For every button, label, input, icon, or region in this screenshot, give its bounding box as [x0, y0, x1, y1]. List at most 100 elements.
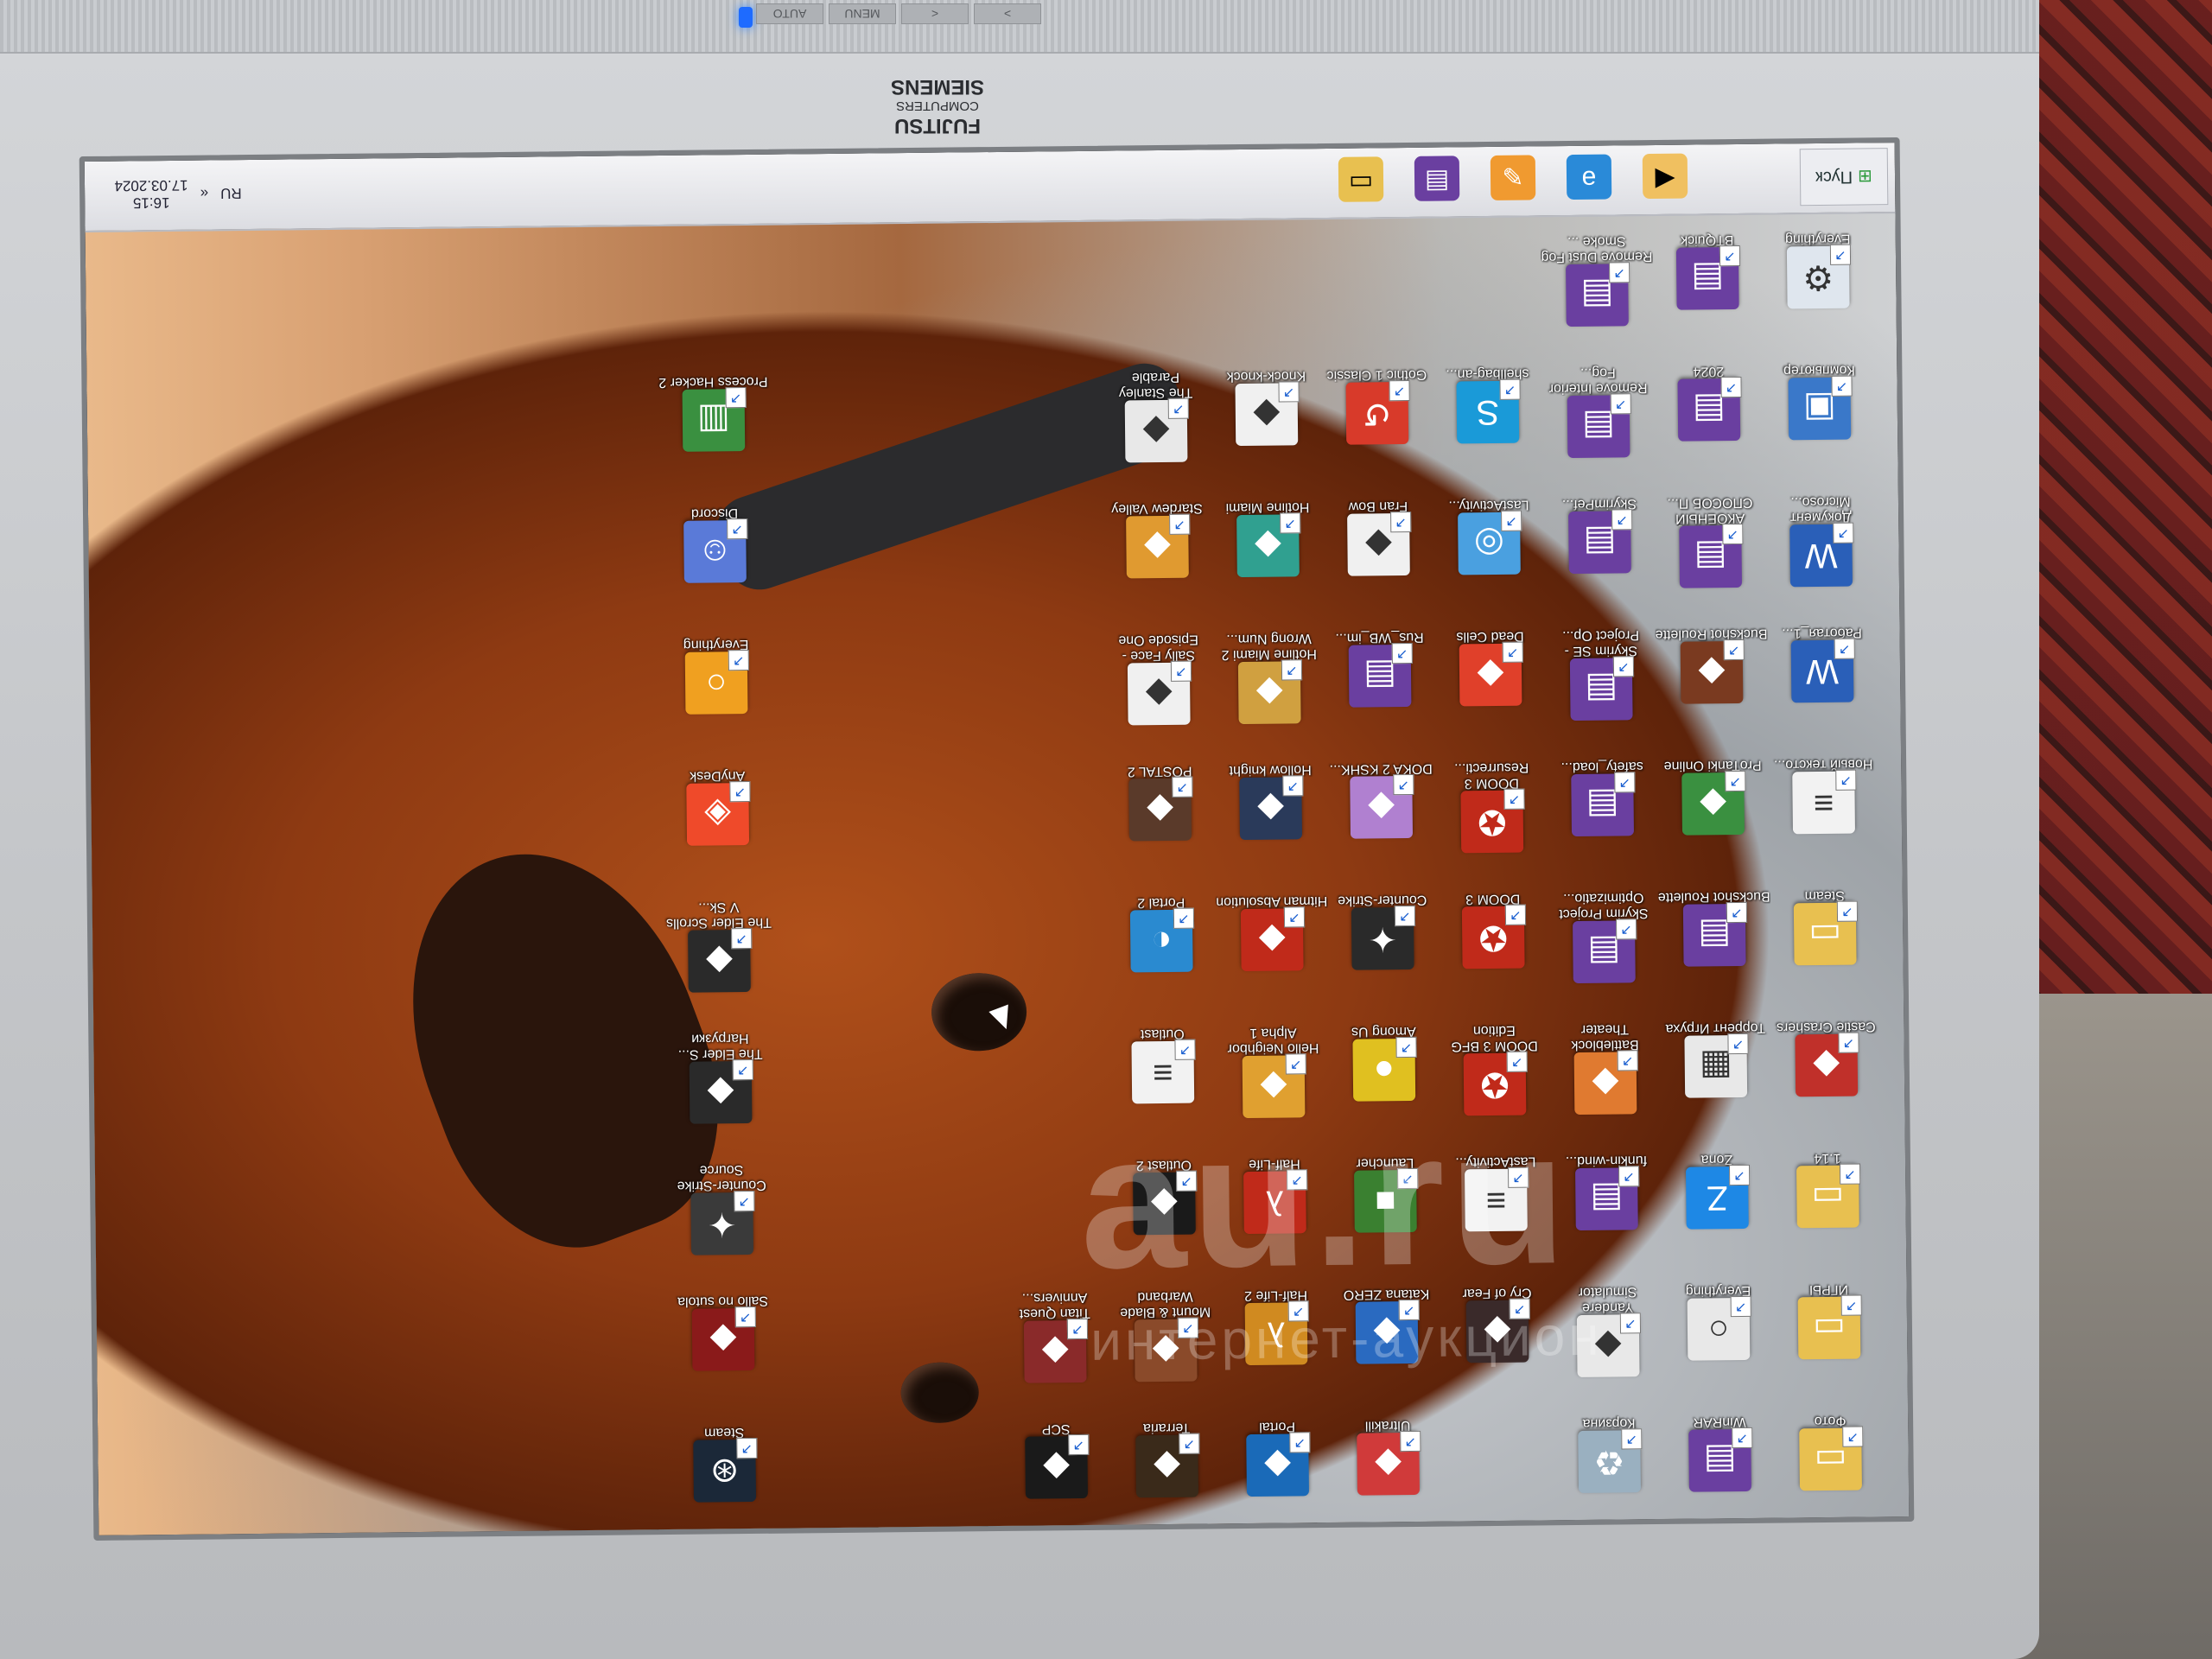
- game-icon: ◆: [1459, 643, 1522, 707]
- desktop-icon[interactable]: Dead Cells ◆: [1438, 622, 1543, 753]
- desktop-icon[interactable]: АКОЕНЫЙ СПОСОБ П... ▤: [1658, 489, 1764, 620]
- desktop-icon[interactable]: Everything ○: [1666, 1277, 1771, 1408]
- desktop-icon[interactable]: Everything ⚙: [1766, 225, 1872, 355]
- desktop-icon[interactable]: ИГРЫ ▭: [1777, 1275, 1882, 1406]
- game-icon: ◆: [1126, 515, 1189, 579]
- quick-launch-media-icon[interactable]: ▶: [1642, 153, 1688, 200]
- activity-icon: ◎: [1458, 512, 1521, 575]
- desktop-icon[interactable]: The Stanley Parable ◆: [1103, 363, 1209, 493]
- bezel-left-button[interactable]: <: [901, 3, 969, 24]
- desktop-icon[interactable]: Steam ⊛: [672, 1419, 778, 1541]
- start-button[interactable]: ⊞ Пуск: [1799, 148, 1889, 207]
- desktop-icon[interactable]: Торрент Игруха ▦: [1663, 1014, 1769, 1145]
- desktop-icon[interactable]: Terraria ◆: [1115, 1414, 1220, 1541]
- desktop-icon[interactable]: Корзина ♻: [1557, 1409, 1662, 1540]
- desktop-icon[interactable]: Документ Microso... W: [1769, 487, 1874, 618]
- desktop-icon[interactable]: Skyrim Project Optimizatio... ▤: [1552, 884, 1657, 1014]
- desktop-icon[interactable]: Discord ☺: [663, 499, 768, 630]
- desktop-icon[interactable]: Gothic 1 Classic ↺: [1325, 361, 1430, 492]
- desktop-icon[interactable]: Sallo no sutola ◆: [671, 1287, 776, 1418]
- game-icon: ◆: [1795, 1033, 1859, 1097]
- desktop-icon[interactable]: 2024 ▤: [1656, 358, 1762, 488]
- quick-launch-winrar-icon[interactable]: ▤: [1414, 156, 1460, 201]
- desktop-icon[interactable]: BTQuick ▤: [1656, 226, 1761, 357]
- power-led: [739, 7, 753, 28]
- desktop-icon[interactable]: Работая_1... W: [1770, 619, 1875, 749]
- desktop-icon-label: Gothic 1 Classic: [1326, 366, 1427, 383]
- desktop-icon[interactable]: LastActivity... ◎: [1437, 491, 1542, 621]
- quick-launch-ie-icon[interactable]: e: [1566, 154, 1612, 200]
- desktop-icon[interactable]: Hotline Miami 2 Wrong Num... ◆: [1217, 625, 1322, 755]
- desktop-icon[interactable]: DOOM 3 ✪: [1441, 885, 1547, 1015]
- monitor-brand-logo: FUJITSU COMPUTERS SIEMENS: [864, 74, 1011, 137]
- quick-launch-paint-icon[interactable]: ✎: [1490, 155, 1536, 200]
- desktop-icon[interactable]: Everything ○: [664, 631, 769, 761]
- folder-icon: ▭: [1793, 902, 1857, 966]
- desktop-icon[interactable]: Knock-knock ◆: [1214, 362, 1319, 493]
- desktop-icon[interactable]: Portal 2 ◐: [1109, 888, 1215, 1019]
- desktop-icon[interactable]: Компьютер ▣: [1767, 356, 1872, 486]
- desktop-icon-label: ProTanki Online: [1663, 757, 1762, 773]
- desktop-icon[interactable]: Castle Crashers ◆: [1774, 1013, 1879, 1143]
- bezel-right-button[interactable]: >: [974, 3, 1041, 24]
- desktop-icon[interactable]: DOOM 3 Resurrecti... ✪: [1440, 753, 1545, 884]
- tray-expand-icon[interactable]: «: [200, 185, 209, 202]
- desktop-icon-label: Remove Dust Fog Smoke ...: [1541, 233, 1653, 265]
- desktop-icon[interactable]: WinRAR ▤: [1668, 1408, 1773, 1539]
- desktop-icon[interactable]: The Elder S... Нагрузки ◆: [668, 1025, 773, 1155]
- game-icon: ◆: [1357, 1432, 1420, 1496]
- clock[interactable]: 16:15 17.03.2024: [114, 175, 188, 212]
- desktop-icon[interactable]: 1.14 ▭: [1776, 1144, 1881, 1274]
- bezel-auto-button[interactable]: AUTO: [756, 3, 823, 24]
- winrar-icon: ▤: [1675, 246, 1739, 310]
- clock-date: 17.03.2024: [114, 176, 188, 194]
- watermark-logo: au.ru: [1079, 1090, 1573, 1309]
- desktop-icon-label: Remove Interior Fog...: [1548, 365, 1648, 397]
- desktop-icon[interactable]: Ultrakill ◆: [1336, 1412, 1441, 1541]
- desktop-icon[interactable]: POSTAL 2 ◆: [1108, 757, 1213, 887]
- desktop-icon[interactable]: safety_load... ▤: [1550, 753, 1656, 883]
- recycle-bin-icon: ♻: [1578, 1430, 1641, 1493]
- desktop-icon[interactable]: Rus_WB_im... ▤: [1327, 624, 1433, 754]
- desktop-icon[interactable]: The Elder Scrolls V Sk... ◆: [666, 893, 772, 1024]
- language-indicator[interactable]: RU: [220, 184, 242, 201]
- desktop-icon[interactable]: Zona Z: [1665, 1146, 1770, 1276]
- desktop-icon[interactable]: Remove Interior Fog... ▤: [1546, 359, 1651, 489]
- quick-launch-folder-icon[interactable]: ▭: [1338, 156, 1384, 202]
- desktop-icon[interactable]: Skyrim SE - Project Op... ▤: [1548, 621, 1654, 752]
- desktop-icon[interactable]: Sally Face - Episode One ◆: [1106, 626, 1211, 756]
- desktop-icon[interactable]: Counter-Strike Source ✦: [670, 1156, 775, 1287]
- desktop-icon[interactable]: Portal ◆: [1225, 1413, 1331, 1541]
- desktop-icon[interactable]: Фото ▭: [1778, 1407, 1884, 1537]
- brand-line-2: COMPUTERS: [896, 99, 979, 113]
- desktop-icon[interactable]: Stardew Valley ◆: [1105, 494, 1211, 625]
- desktop-icon-label: Компьютер: [1783, 362, 1855, 378]
- desktop-icon[interactable]: Hitman Absolution ◆: [1216, 887, 1327, 1018]
- document-icon: ▦: [1684, 1034, 1748, 1098]
- desktop-icon[interactable]: SCP ◆: [1004, 1415, 1109, 1541]
- desktop-icon[interactable]: AnyDesk ◈: [665, 762, 771, 893]
- desktop-icon[interactable]: DOKA 2 KSHK... ◆: [1329, 755, 1434, 886]
- desktop-icon-label: Process Hacker 2: [658, 373, 768, 391]
- desktop-icon-label: Among Us: [1351, 1023, 1416, 1039]
- desktop-icon[interactable]: Hollow knight ◆: [1218, 756, 1324, 887]
- desktop-icon[interactable]: Buckshot Roulette ▤: [1658, 883, 1770, 1014]
- winrar-icon: ▤: [1575, 1167, 1638, 1231]
- game-icon: ◆: [1124, 399, 1188, 463]
- desktop-icon[interactable]: Process Hacker 2 ▥: [658, 368, 768, 499]
- desktop-icon[interactable]: Fran Bow ◆: [1326, 493, 1432, 623]
- desktop-icon-label: POSTAL 2: [1127, 763, 1192, 779]
- desktop-icon-label: Новый тексто...: [1773, 756, 1873, 772]
- bezel-menu-button[interactable]: MENU: [829, 3, 896, 24]
- desktop-icon[interactable]: Buckshot Roulette ◆: [1656, 620, 1768, 751]
- desktop-icon[interactable]: Hotline Miami ◆: [1216, 493, 1321, 624]
- winrar-icon: ▤: [1568, 511, 1631, 575]
- desktop-icon[interactable]: Новый тексто... ≡: [1771, 750, 1877, 880]
- desktop-icon[interactable]: Counter-Strike ✦: [1331, 887, 1436, 1017]
- winrar-icon: ▤: [1682, 903, 1746, 967]
- desktop-icon[interactable]: Steam ▭: [1773, 881, 1878, 1012]
- desktop-icon[interactable]: shellbag-an... S: [1435, 359, 1541, 490]
- desktop-icon[interactable]: ProTanki Online ◆: [1661, 752, 1766, 882]
- desktop-icon[interactable]: SkyrimPef... ▤: [1548, 490, 1653, 620]
- desktop-icon[interactable]: Remove Dust Fog Smoke ... ▤: [1541, 227, 1653, 358]
